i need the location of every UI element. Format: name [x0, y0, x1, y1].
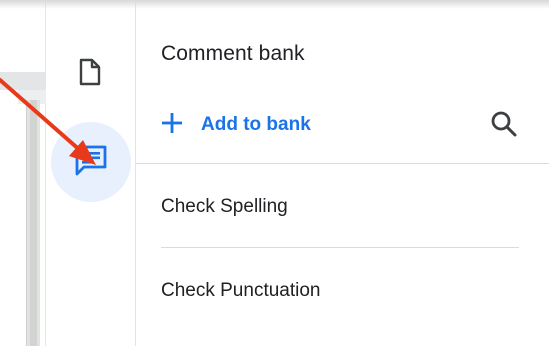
add-to-bank-label: Add to bank [201, 114, 311, 135]
app-window: Comment bank Add to bank Check Spelling … [0, 0, 549, 346]
comment-icon [74, 144, 108, 181]
rail-comment-bank-button[interactable] [51, 122, 131, 202]
rail-document-button[interactable] [68, 54, 112, 94]
comment-bank-item[interactable]: Check Spelling [161, 187, 288, 227]
comment-bank-panel: Comment bank Add to bank Check Spelling … [136, 0, 549, 346]
document-icon [78, 58, 102, 91]
document-ruler [0, 72, 46, 90]
header-divider [136, 163, 549, 164]
comment-bank-item[interactable]: Check Punctuation [161, 271, 321, 311]
plus-icon [161, 112, 183, 139]
document-scrollbar[interactable] [26, 100, 40, 346]
side-rail [46, 0, 136, 346]
document-scrollbar-track [30, 100, 37, 346]
document-canvas [0, 0, 46, 346]
panel-title: Comment bank [161, 42, 305, 65]
toolbar-shadow [0, 0, 549, 9]
item-divider [161, 247, 519, 248]
add-to-bank-button[interactable]: Add to bank [161, 109, 311, 141]
search-icon [490, 110, 518, 143]
search-button[interactable] [486, 108, 522, 144]
